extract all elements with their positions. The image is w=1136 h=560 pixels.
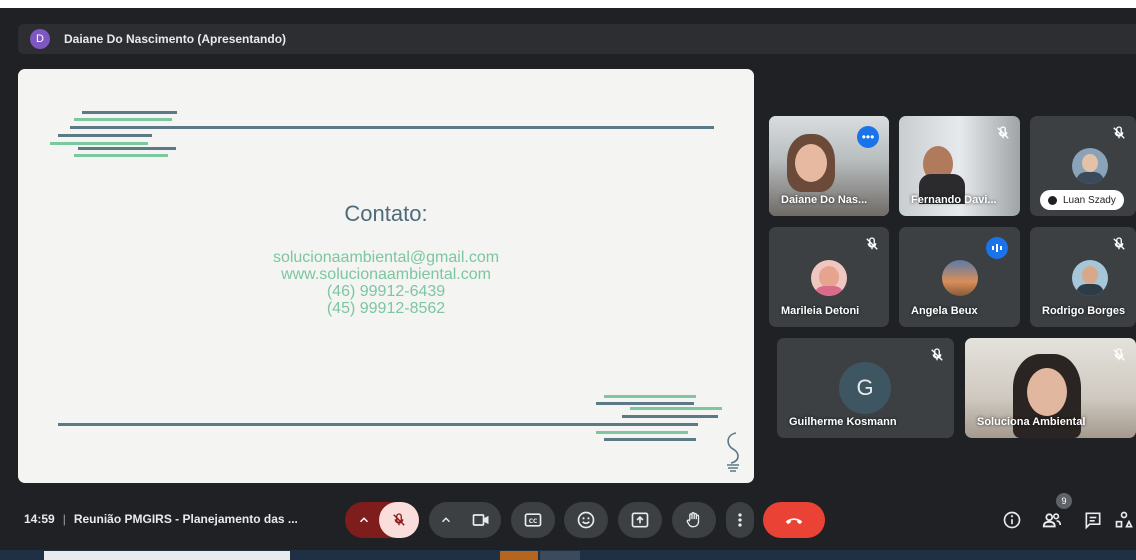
meeting-time: 14:59 <box>24 512 55 526</box>
participant-name: Angela Beux <box>911 305 978 317</box>
contact-phone-2: (45) 99912-8562 <box>326 300 446 317</box>
chat-button[interactable] <box>1075 502 1111 538</box>
chat-icon <box>1085 512 1101 530</box>
participant-face <box>795 144 827 182</box>
participant-name: Luan Szady <box>1063 194 1116 206</box>
mic-off-icon <box>931 348 943 361</box>
mic-off-icon <box>1113 126 1125 139</box>
emoji-icon <box>577 511 595 529</box>
os-taskbar <box>0 550 1136 560</box>
name-chip: Luan Szady <box>1040 190 1124 210</box>
slide-contacts: solucionaambiental@gmail.com www.solucio… <box>106 249 666 317</box>
participant-name: Soluciona Ambiental <box>977 416 1086 428</box>
activities-icon <box>1115 511 1133 528</box>
slide-deco-line <box>58 423 698 426</box>
mic-toggle-group[interactable] <box>345 502 419 538</box>
presentation-slide: Contato: solucionaambiental@gmail.com ww… <box>18 69 754 483</box>
info-icon <box>1003 511 1021 529</box>
slide-deco-line <box>74 118 172 121</box>
participant-tile[interactable]: Rodrigo Borges <box>1030 227 1136 327</box>
participant-name: Fernando Davi... <box>911 194 997 206</box>
slide-deco-line <box>78 147 176 150</box>
present-icon <box>631 512 649 528</box>
lightbulb-logo-icon <box>727 432 739 472</box>
pin-icon <box>1048 195 1057 205</box>
slide-deco-line <box>604 395 696 398</box>
contact-phone-1: (46) 99912-6439 <box>326 283 446 300</box>
presenter-label: Daiane Do Nascimento (Apresentando) <box>64 32 287 46</box>
participant-avatar <box>811 260 847 296</box>
meeting-info: 14:59 | Reunião PMGIRS - Planejamento das … <box>24 512 298 526</box>
participant-tile[interactable]: G Guilherme Kosmann <box>777 338 954 438</box>
slide-deco-line <box>604 438 696 441</box>
taskbar-app[interactable] <box>540 551 580 560</box>
participant-avatar: G <box>839 362 891 414</box>
mic-off-button[interactable] <box>379 502 419 538</box>
mic-off-icon <box>866 237 878 250</box>
more-options-button[interactable] <box>726 502 754 538</box>
slide-deco-line <box>596 431 688 434</box>
taskbar-search-box[interactable] <box>44 551 290 560</box>
present-button[interactable] <box>618 502 662 538</box>
participant-face <box>1027 368 1067 416</box>
participant-name: Rodrigo Borges <box>1042 305 1126 317</box>
chevron-up-icon[interactable] <box>357 513 371 527</box>
participant-tile[interactable]: Luan Szady <box>1030 116 1136 216</box>
captions-button[interactable]: CC <box>511 502 555 538</box>
participant-avatar <box>1072 148 1108 184</box>
activities-button[interactable] <box>1114 502 1136 538</box>
taskbar-app[interactable] <box>500 551 538 560</box>
emoji-button[interactable] <box>564 502 608 538</box>
meeting-controls-bar: 14:59 | Reunião PMGIRS - Planejamento das … <box>0 492 1136 544</box>
participant-tile[interactable]: Soluciona Ambiental <box>965 338 1136 438</box>
slide-deco-line <box>70 126 714 129</box>
meeting-details-button[interactable] <box>994 502 1030 538</box>
raise-hand-button[interactable] <box>672 502 716 538</box>
mic-off-icon <box>1113 348 1125 361</box>
slide-deco-line <box>82 111 177 114</box>
chevron-up-icon[interactable] <box>439 513 453 527</box>
svg-text:CC: CC <box>529 519 538 525</box>
meeting-title: Reunião PMGIRS - Planejamento das ... <box>73 512 298 526</box>
contact-website: www.solucionaambiental.com <box>281 266 491 283</box>
slide-deco-line <box>58 134 152 137</box>
browser-top-strip <box>0 0 1136 8</box>
participant-count-badge: 9 <box>1056 493 1072 509</box>
end-call-button[interactable] <box>763 502 825 538</box>
slide-deco-line <box>596 402 694 405</box>
more-options-icon[interactable]: ••• <box>857 126 879 148</box>
mic-off-icon <box>393 513 405 526</box>
people-icon <box>1042 513 1062 528</box>
participant-tile[interactable]: Fernando Davi... <box>899 116 1020 216</box>
mic-off-icon <box>1113 237 1125 250</box>
contact-email: solucionaambiental@gmail.com <box>272 249 500 266</box>
camera-icon[interactable] <box>471 510 491 530</box>
slide-deco-line <box>50 142 148 145</box>
speaking-indicator-icon <box>986 237 1008 259</box>
participant-name: Daiane Do Nas... <box>781 194 868 206</box>
more-vert-icon <box>738 513 742 527</box>
slide-deco-line <box>622 415 718 418</box>
slide-deco-line <box>74 154 168 157</box>
slide-deco-line <box>630 407 722 410</box>
presenter-avatar: D <box>30 29 50 49</box>
camera-toggle-group[interactable] <box>429 502 501 538</box>
end-call-icon <box>785 518 803 525</box>
raise-hand-icon <box>686 512 700 528</box>
participant-avatar <box>942 260 978 296</box>
presenter-banner: D Daiane Do Nascimento (Apresentando) <box>18 24 1136 54</box>
participant-name: Marileia Detoni <box>781 305 860 317</box>
mic-off-icon <box>997 126 1009 139</box>
separator: | <box>62 512 66 526</box>
participant-name: Guilherme Kosmann <box>789 416 897 428</box>
participant-tile[interactable]: Marileia Detoni <box>769 227 889 327</box>
participant-tile[interactable]: ••• Daiane Do Nas... <box>769 116 889 216</box>
slide-title: Contato: <box>344 201 428 226</box>
participant-avatar <box>1072 260 1108 296</box>
captions-icon: CC <box>524 513 542 527</box>
participant-tile[interactable]: Angela Beux <box>899 227 1020 327</box>
